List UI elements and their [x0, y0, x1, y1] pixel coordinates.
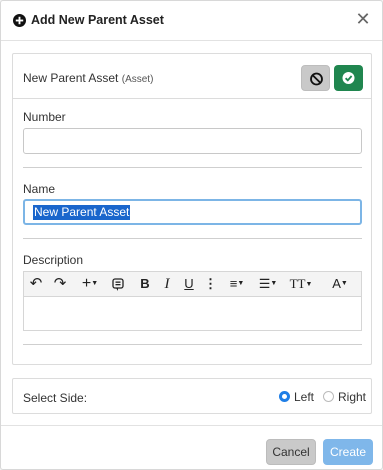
caret-down-icon: ▼ [91, 280, 99, 287]
divider [23, 238, 362, 239]
select-side-card: Select Side: Left Right [12, 378, 372, 414]
radio-right-label[interactable]: Right [338, 390, 366, 404]
code-view-icon[interactable] [110, 274, 126, 294]
dialog-title: Add New Parent Asset [31, 13, 164, 27]
bold-button[interactable]: B [138, 274, 152, 294]
description-editor[interactable] [23, 296, 362, 331]
name-field-value: New Parent Asset [33, 205, 131, 220]
footer-divider [1, 425, 382, 426]
caret-down-icon: ▼ [237, 280, 245, 287]
name-field[interactable]: New Parent Asset [23, 199, 362, 225]
underline-button[interactable]: U [182, 274, 196, 294]
close-icon[interactable]: ✕ [354, 10, 372, 28]
description-label: Description [23, 253, 84, 267]
text-color-icon: A [332, 276, 341, 291]
asset-card-title: New Parent Asset (Asset) [23, 71, 153, 85]
more-icon[interactable]: ⋮ [204, 274, 217, 294]
radio-left[interactable] [279, 391, 290, 402]
confirm-button[interactable] [334, 65, 363, 91]
plus-icon: + [81, 275, 92, 292]
radio-right[interactable] [323, 391, 334, 402]
asset-type-text: (Asset) [121, 74, 154, 85]
caret-down-icon: ▼ [305, 280, 313, 288]
caret-down-icon: ▼ [340, 280, 348, 287]
text-color-dropdown[interactable]: A▼ [328, 274, 352, 294]
cancel-button[interactable]: Cancel [266, 439, 316, 465]
caret-down-icon: ▼ [270, 280, 278, 287]
dialog-header: Add New Parent Asset ✕ [1, 1, 382, 41]
italic-button[interactable]: I [160, 274, 174, 294]
list-dropdown[interactable]: ☰▼ [256, 274, 280, 294]
number-label: Number [23, 110, 66, 124]
divider [23, 344, 362, 345]
insert-dropdown[interactable]: +▼ [78, 274, 102, 294]
asset-name-text: New Parent Asset [23, 71, 119, 85]
divider [23, 167, 362, 168]
name-label: Name [23, 182, 56, 196]
text-size-dropdown[interactable]: TT▼ [288, 274, 314, 294]
align-dropdown[interactable]: ≡▼ [226, 274, 248, 294]
plus-circle-icon [13, 14, 26, 27]
text-size-icon: TT [289, 276, 306, 291]
number-field[interactable] [23, 128, 362, 154]
discard-button[interactable] [301, 65, 330, 91]
undo-icon[interactable]: ↶ [28, 274, 44, 294]
list-icon: ☰ [258, 276, 271, 291]
create-button[interactable]: Create [323, 439, 373, 465]
radio-left-label[interactable]: Left [294, 390, 314, 404]
asset-form-card: New Parent Asset (Asset) Number Name New [12, 53, 372, 365]
asset-card-header: New Parent Asset (Asset) [13, 54, 371, 99]
check-circle-icon [342, 72, 355, 84]
rich-text-toolbar: ↶ ↷ +▼ B I U ⋮ ≡▼ ☰▼ TT▼ A▼ [23, 271, 362, 296]
add-parent-asset-dialog: Add New Parent Asset ✕ New Parent Asset … [0, 0, 383, 470]
redo-icon[interactable]: ↷ [52, 274, 68, 294]
ban-icon [310, 72, 323, 86]
select-side-label: Select Side: [23, 391, 88, 405]
